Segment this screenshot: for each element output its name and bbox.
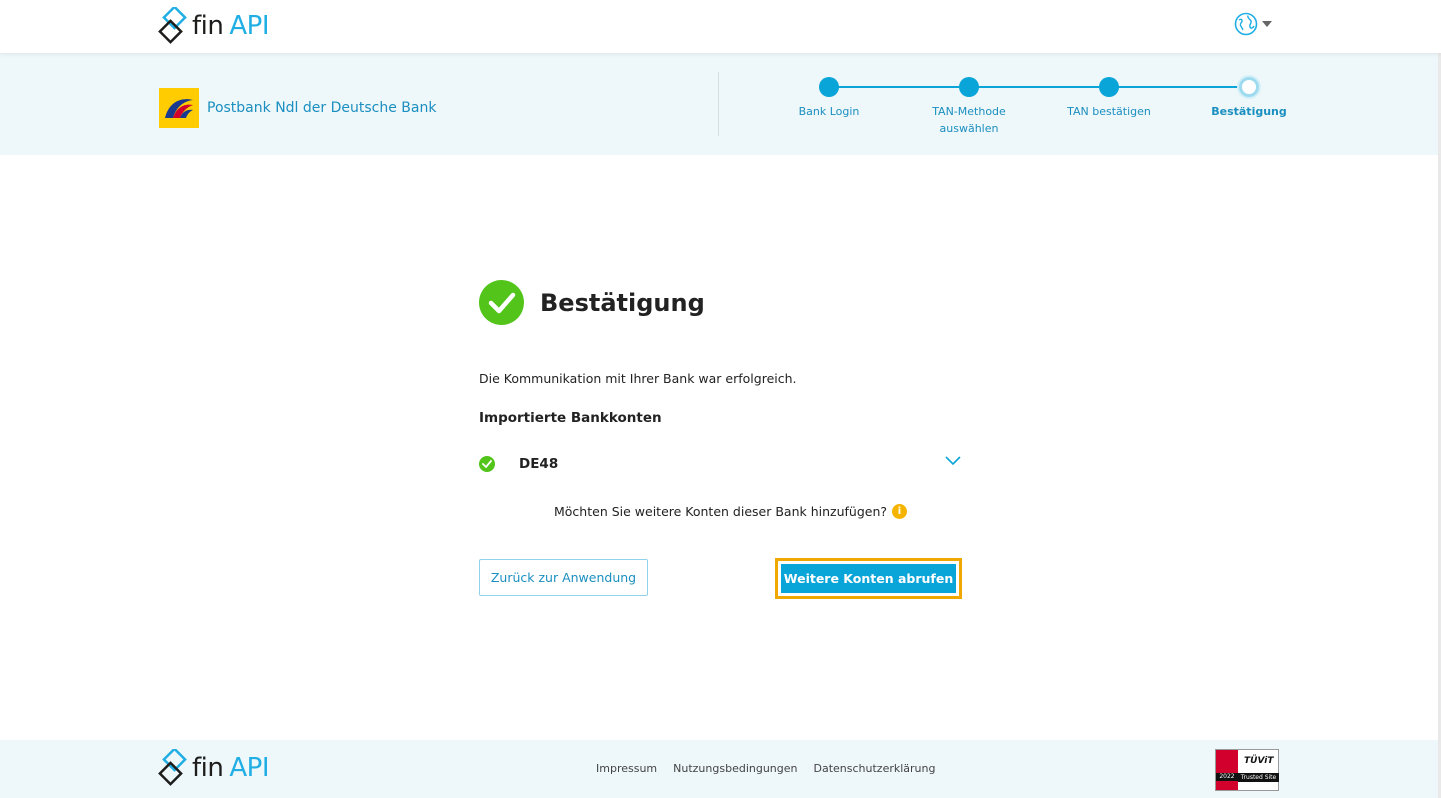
globe-icon xyxy=(1234,12,1258,36)
terms-link[interactable]: Nutzungsbedingungen xyxy=(673,762,797,775)
step-label: TAN bestätigen xyxy=(1067,105,1151,118)
step-dot xyxy=(959,77,979,97)
account-row[interactable]: DE48 xyxy=(479,452,961,476)
imported-accounts-heading: Importierte Bankkonten xyxy=(479,410,662,426)
step-dot-current xyxy=(1239,77,1259,97)
logo-api-text: API xyxy=(229,11,269,41)
badge-brand: TÜViT xyxy=(1244,756,1274,766)
back-to-app-button[interactable]: Zurück zur Anwendung xyxy=(479,559,648,596)
step-confirmation: Bestätigung xyxy=(1194,77,1304,120)
footer: fin API Impressum Nutzungsbedingungen Da… xyxy=(0,740,1441,798)
top-header: fin API xyxy=(0,0,1441,53)
finapi-logo[interactable]: fin API xyxy=(158,6,269,46)
fetch-more-accounts-button[interactable]: Weitere Konten abrufen xyxy=(781,564,956,593)
add-more-question-text: Möchten Sie weitere Konten dieser Bank h… xyxy=(554,504,888,519)
footer-finapi-logo[interactable]: fin API xyxy=(158,748,269,788)
footer-links: Impressum Nutzungsbedingungen Datenschut… xyxy=(596,762,935,775)
chevron-down-icon[interactable] xyxy=(945,456,961,466)
add-more-accounts-question: Möchten Sie weitere Konten dieser Bank h… xyxy=(554,504,908,519)
bank-progress-band: Postbank Ndl der Deutsche Bank Bank Logi… xyxy=(0,53,1441,155)
impressum-link[interactable]: Impressum xyxy=(596,762,657,775)
check-circle-icon xyxy=(479,280,524,325)
step-label: Bestätigung xyxy=(1211,105,1287,118)
step-dot xyxy=(1099,77,1119,97)
confirmation-panel: Bestätigung Die Kommunikation mit Ihrer … xyxy=(479,280,964,599)
finapi-logo-icon xyxy=(158,749,187,786)
bank-name: Postbank Ndl der Deutsche Bank xyxy=(207,100,437,116)
progress-stepper: Bank Login TAN-Methode auswählen TAN bes… xyxy=(790,77,1290,147)
caret-down-icon xyxy=(1262,21,1272,27)
logo-api-text: API xyxy=(229,753,269,783)
bank-info: Postbank Ndl der Deutsche Bank xyxy=(159,88,436,128)
step-label: TAN-Methode auswählen xyxy=(932,105,1006,135)
privacy-link[interactable]: Datenschutzerklärung xyxy=(814,762,936,775)
badge-label: Trusted Site xyxy=(1238,773,1279,782)
step-label: Bank Login xyxy=(798,105,860,118)
step-dot xyxy=(819,77,839,97)
step-tan-confirm: TAN bestätigen xyxy=(1054,77,1164,120)
focus-outline: Weitere Konten abrufen xyxy=(775,558,962,599)
stepper-line xyxy=(828,86,1248,88)
band-divider xyxy=(718,72,719,136)
language-selector[interactable] xyxy=(1234,12,1272,36)
tuvit-trusted-site-badge[interactable]: 2022 TÜViT Trusted Site xyxy=(1215,749,1279,791)
badge-body: TÜViT Trusted Site xyxy=(1238,750,1279,790)
check-circle-icon xyxy=(479,456,495,472)
info-icon[interactable]: i xyxy=(892,504,908,519)
page-title: Bestätigung xyxy=(540,288,705,317)
success-message: Die Kommunikation mit Ihrer Bank war erf… xyxy=(479,371,797,386)
step-tan-method: TAN-Methode auswählen xyxy=(914,77,1024,137)
badge-year: 2022 xyxy=(1216,773,1238,781)
title-row: Bestätigung xyxy=(479,280,964,325)
postbank-logo-icon xyxy=(159,88,199,128)
step-bank-login: Bank Login xyxy=(774,77,884,120)
finapi-logo-icon xyxy=(158,7,187,44)
account-iban: DE48 xyxy=(519,456,559,472)
badge-red-stripe: 2022 xyxy=(1216,750,1238,790)
logo-fin-text: fin xyxy=(192,11,224,41)
logo-fin-text: fin xyxy=(192,753,224,783)
